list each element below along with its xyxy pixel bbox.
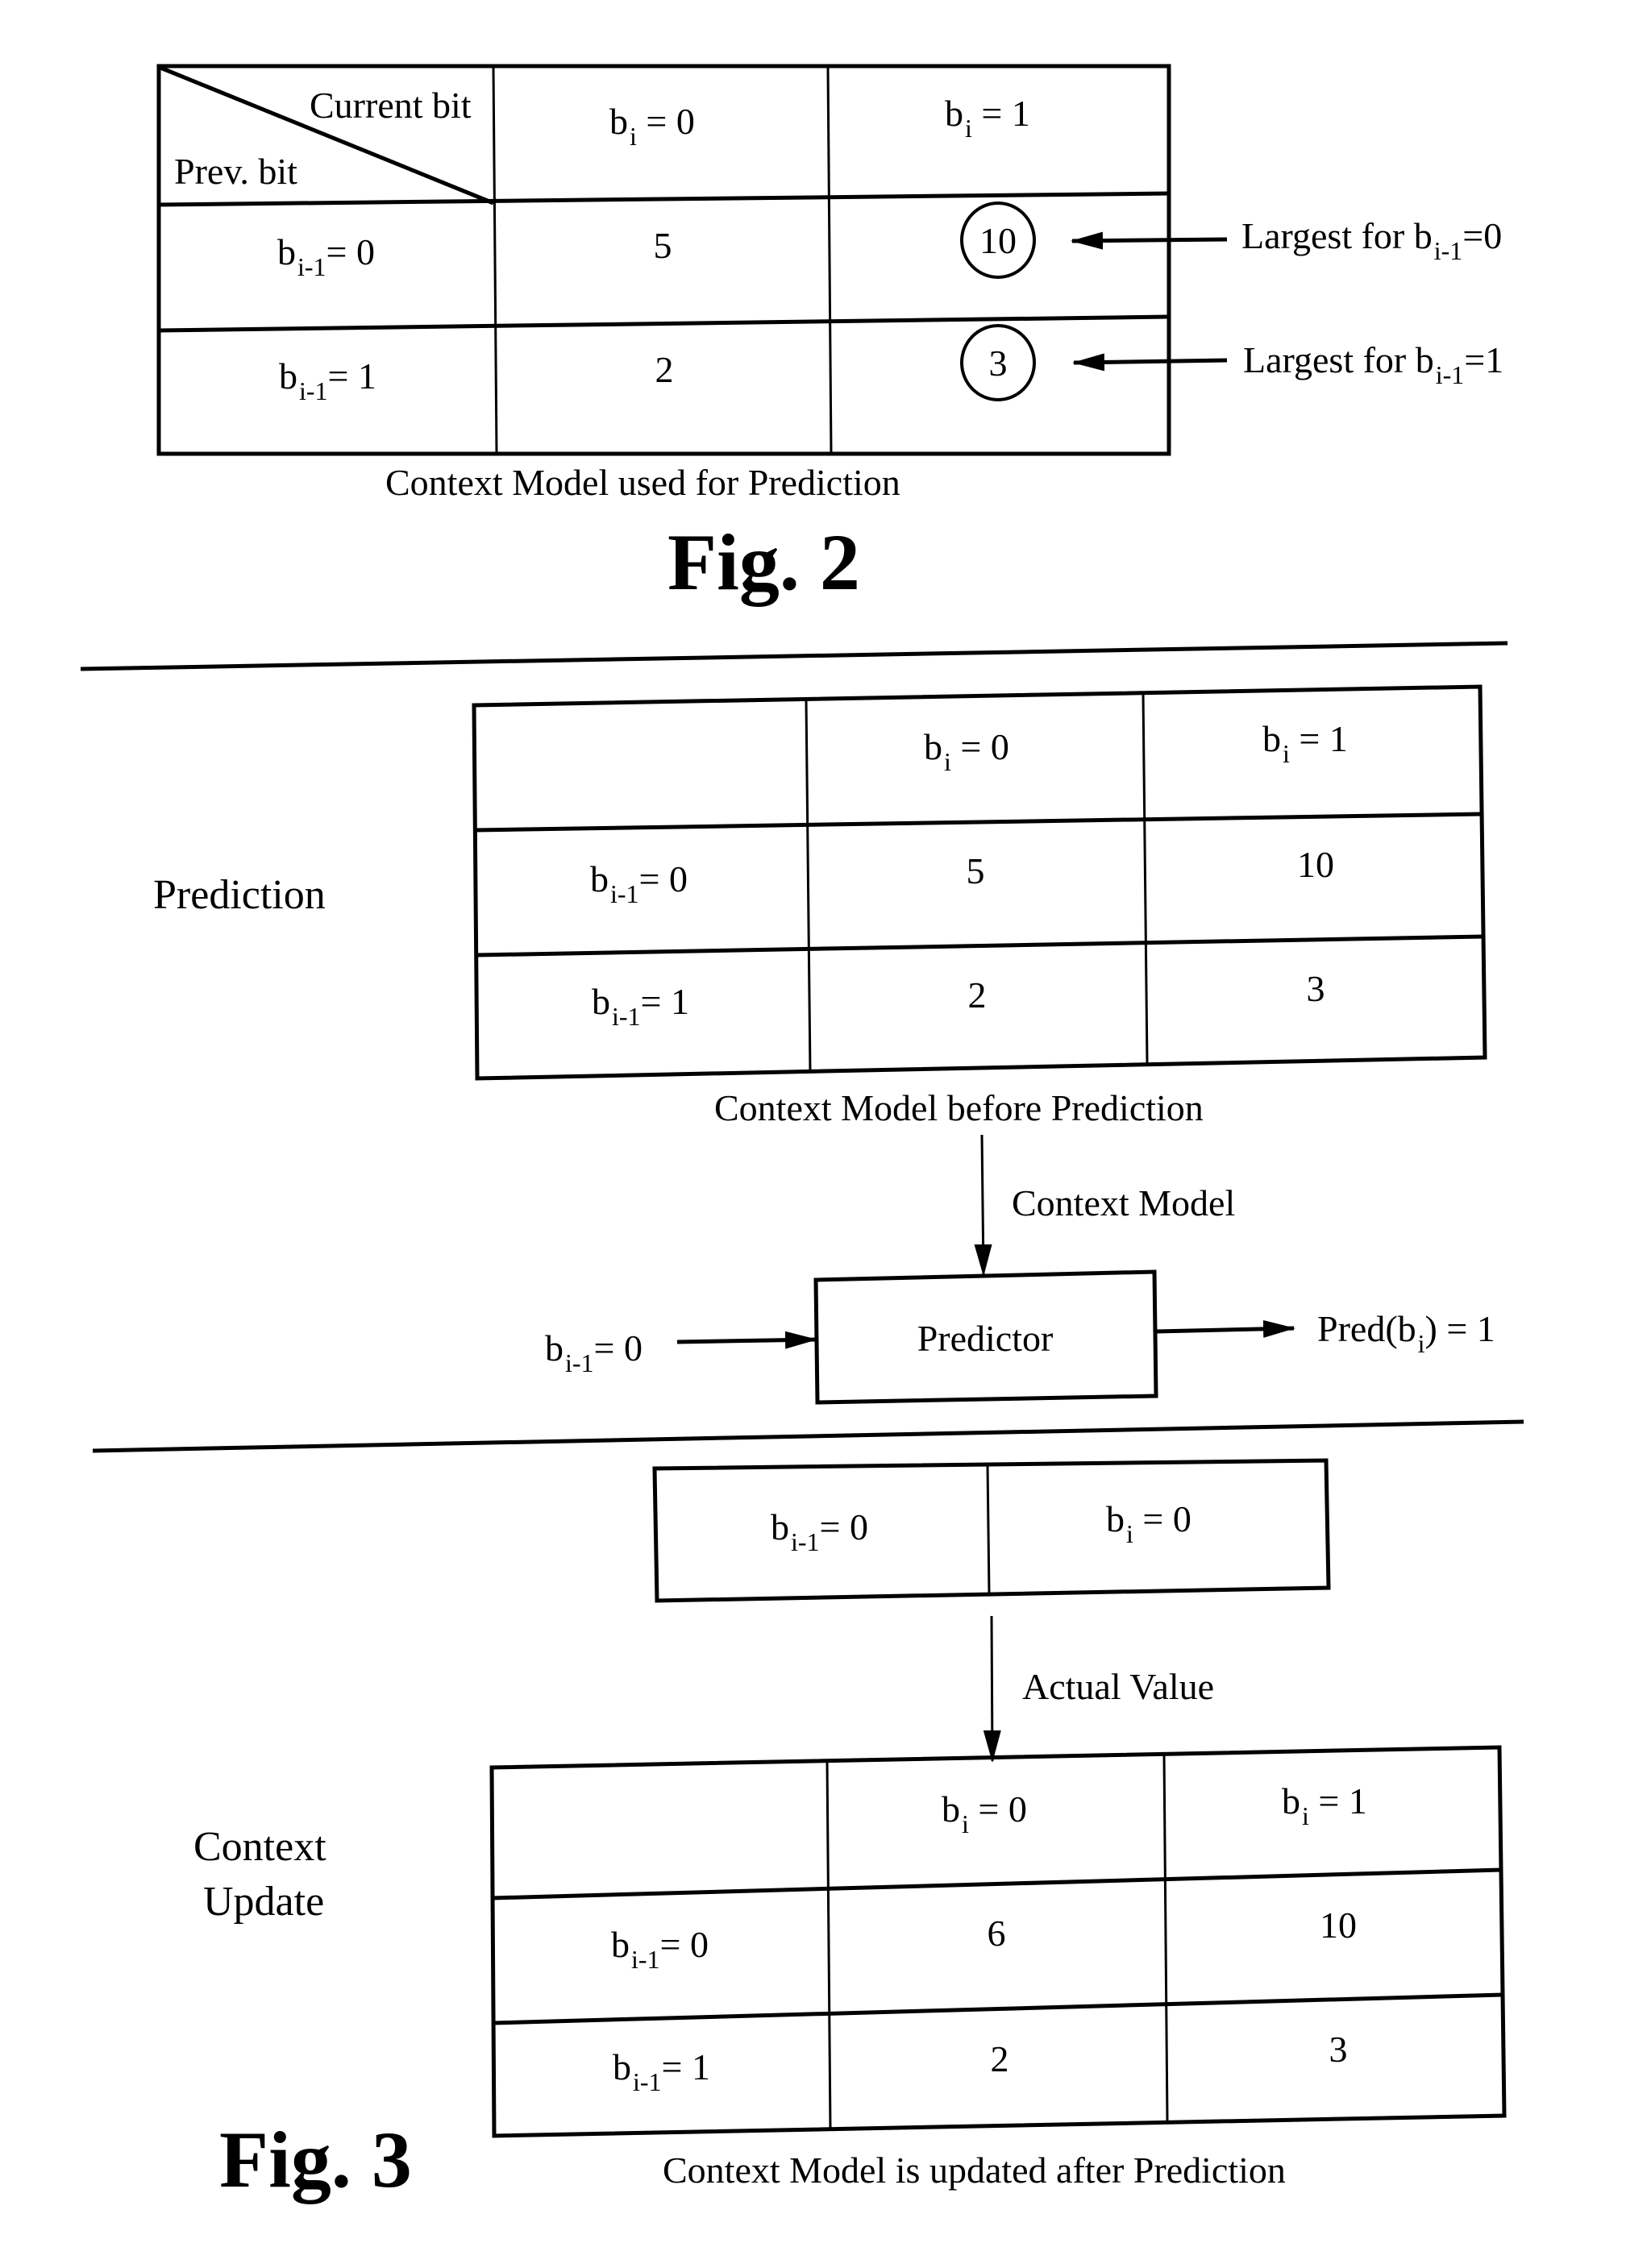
row-header-prev-0: bi-1= 0 — [611, 1924, 709, 1974]
cell-value: 2 — [990, 2038, 1009, 2079]
col-header-bi-0: bi = 0 — [924, 726, 1009, 776]
fig2-title: Fig. 2 — [667, 517, 860, 607]
actual-current-bit: bi = 0 — [1106, 1498, 1191, 1548]
section-label-context: Context — [193, 1824, 326, 1870]
col-header-bi-0: bi = 0 — [942, 1788, 1027, 1838]
fig3-title: Fig. 3 — [219, 2115, 412, 2204]
prediction-table-caption: Context Model before Prediction — [714, 1087, 1204, 1128]
arrow-output — [1155, 1319, 1295, 1338]
corner-header-prev-bit: Prev. bit — [174, 151, 297, 192]
row-header-prev-1: bi-1= 1 — [592, 981, 689, 1031]
col-header-bi-1: bi = 1 — [1262, 718, 1348, 768]
col-header-bi-0: bi = 0 — [609, 101, 695, 151]
col-header-bi-1: bi = 1 — [945, 93, 1030, 143]
corner-header-current-bit: Current bit — [310, 85, 472, 126]
fig2-caption: Context Model used for Prediction — [385, 462, 900, 503]
predictor-box-label: Predictor — [917, 1318, 1054, 1359]
cell-value-updated: 6 — [987, 1913, 1006, 1954]
predictor-input-label: bi-1= 0 — [545, 1327, 643, 1377]
section-divider — [80, 641, 1508, 671]
col-header-bi-1: bi = 1 — [1282, 1780, 1367, 1830]
update-table-caption: Context Model is updated after Predictio… — [663, 2150, 1286, 2191]
section-divider — [92, 1419, 1524, 1453]
arrow-label-context-model: Context Model — [1012, 1182, 1236, 1223]
row-header-prev-1: bi-1= 1 — [279, 355, 376, 405]
cell-value: 2 — [967, 974, 987, 1016]
cell-value: 2 — [655, 349, 674, 390]
cell-value: 3 — [1329, 2029, 1348, 2070]
arrow-input — [676, 1331, 817, 1349]
section-label-update: Update — [203, 1879, 325, 1925]
predictor-output-label: Pred(bi) = 1 — [1317, 1308, 1495, 1358]
actual-prev-bit: bi-1= 0 — [771, 1506, 868, 1556]
cell-value: 10 — [1297, 844, 1334, 885]
cell-value-circled: 10 — [979, 220, 1017, 261]
annotation-largest-1: Largest for bi-1=1 — [1243, 339, 1504, 389]
row-header-prev-1: bi-1= 1 — [613, 2046, 710, 2096]
actual-values-grid — [652, 1458, 1331, 1603]
arrow-label-actual-value: Actual Value — [1022, 1666, 1215, 1707]
row-header-prev-0: bi-1= 0 — [277, 231, 375, 281]
cell-value: 5 — [653, 225, 672, 266]
section-label-prediction: Prediction — [153, 872, 326, 918]
row-header-prev-0: bi-1= 0 — [590, 858, 688, 908]
arrow-context-model — [974, 1134, 992, 1277]
cell-value-circled: 3 — [988, 343, 1008, 384]
cell-value: 10 — [1320, 1905, 1357, 1946]
arrow-largest-0 — [1071, 231, 1228, 250]
annotation-largest-0: Largest for bi-1=0 — [1241, 215, 1503, 265]
arrow-largest-1 — [1072, 353, 1228, 372]
cell-value: 5 — [966, 850, 985, 891]
cell-value: 3 — [1306, 968, 1325, 1009]
